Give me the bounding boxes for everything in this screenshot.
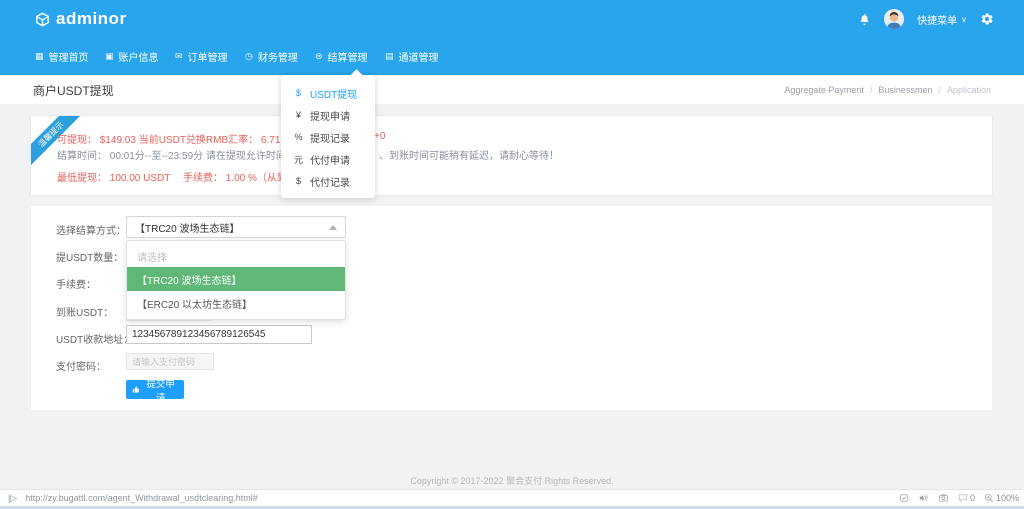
envelope-icon: ✉ xyxy=(175,51,183,62)
breadcrumb-item[interactable]: Businessmen xyxy=(878,85,932,95)
menu-label: 提现记录 xyxy=(310,130,350,145)
submit-label: 提交申请 xyxy=(143,376,178,404)
file-icon: ▤ xyxy=(385,51,394,62)
logo-text: adminor xyxy=(56,9,127,29)
chevron-up-icon xyxy=(329,225,337,230)
chevron-down-icon: ∨ xyxy=(961,15,967,24)
settle-method-value: 【TRC20 波场生态链】 xyxy=(135,220,239,235)
camera-icon[interactable] xyxy=(938,493,949,503)
notice-line-balance-tail: +0 xyxy=(374,131,385,142)
settlement-dropdown-menu: $ USDT提现 ¥ 提现申请 % 提现记录 元 代付申请 $ 代付记录 xyxy=(281,75,375,198)
percent-icon: % xyxy=(294,132,303,142)
pay-password-input[interactable] xyxy=(126,353,214,370)
settle-method-options: 请选择 【TRC20 波场生态链】 【ERC20 以太坊生态链】 xyxy=(126,240,346,320)
menu-label: 代付记录 xyxy=(310,174,350,189)
app-logo[interactable]: adminor xyxy=(34,0,127,38)
breadcrumb-item[interactable]: Aggregate Payment xyxy=(784,85,864,95)
nav-item-orders[interactable]: ✉ 订单管理 xyxy=(175,49,245,64)
check-circle-icon[interactable] xyxy=(899,493,909,503)
nav-label: 订单管理 xyxy=(188,49,228,64)
magnifier-plus-icon xyxy=(984,493,994,503)
option-erc20[interactable]: 【ERC20 以太坊生态链】 xyxy=(127,291,345,315)
status-bar: |▷ http://zy.bugattl.com/agent_Withdrawa… xyxy=(0,489,1024,506)
notice-line-time-tail: 、到账时间可能稍有延迟，请耐心等待！ xyxy=(379,147,559,162)
menu-label: USDT提现 xyxy=(310,86,357,101)
page-url: http://zy.bugattl.com/agent_Withdrawal_u… xyxy=(25,493,257,503)
page-title-bar: 商户USDT提现 Aggregate Payment / Businessmen… xyxy=(0,76,1024,104)
cube-logo-icon xyxy=(34,11,51,28)
breadcrumb-separator: / xyxy=(938,85,941,95)
copyright-text: Copyright © 2017-2022 聚合支付 Rights Reserv… xyxy=(0,474,1024,487)
coin-icon: ⊜ xyxy=(315,51,323,62)
withdraw-form: 选择结算方式： 提USDT数量： 手续费： 到账USDT： USDT收款地址： … xyxy=(30,205,993,411)
menu-item-usdt-withdraw[interactable]: $ USDT提现 xyxy=(281,82,375,104)
clock-icon: ◷ xyxy=(245,51,253,62)
nav-item-channel[interactable]: ▤ 通道管理 xyxy=(385,49,455,64)
speaker-icon[interactable] xyxy=(918,493,929,503)
chat-count[interactable]: 0 xyxy=(958,493,975,503)
nav-label: 账户信息 xyxy=(119,49,159,64)
option-placeholder[interactable]: 请选择 xyxy=(127,245,345,267)
zoom-control[interactable]: 100% xyxy=(984,493,1019,503)
status-bar-left: |▷ http://zy.bugattl.com/agent_Withdrawa… xyxy=(0,493,258,504)
header-bar: adminor 快捷菜单 ∨ xyxy=(0,0,1024,38)
menu-label: 提现申请 xyxy=(310,108,350,123)
breadcrumb: Aggregate Payment / Businessmen / Applic… xyxy=(784,85,991,95)
yuan-icon: 元 xyxy=(294,153,303,166)
receive-label: 到账USDT： xyxy=(56,304,113,319)
nav-label: 财务管理 xyxy=(258,49,298,64)
user-avatar[interactable] xyxy=(884,9,904,29)
menu-item-withdraw-apply[interactable]: ¥ 提现申请 xyxy=(281,104,375,126)
chat-bubble-icon xyxy=(958,493,968,503)
menu-item-withdraw-records[interactable]: % 提现记录 xyxy=(281,126,375,148)
nav-item-account[interactable]: ▣ 账户信息 xyxy=(105,49,175,64)
page-title: 商户USDT提现 xyxy=(33,82,114,99)
breadcrumb-separator: / xyxy=(870,85,873,95)
menu-label: 代付申请 xyxy=(310,152,350,167)
notification-bell-icon[interactable] xyxy=(858,13,871,26)
dollar-icon: $ xyxy=(294,176,303,186)
zoom-level-value: 100% xyxy=(996,493,1019,503)
chat-count-value: 0 xyxy=(970,493,975,503)
submit-application-button[interactable]: 提交申请 xyxy=(126,380,184,399)
dollar-icon: $ xyxy=(294,88,303,98)
nav-label: 结算管理 xyxy=(328,49,368,64)
run-icon[interactable]: |▷ xyxy=(8,493,17,504)
menu-item-payout-records[interactable]: $ 代付记录 xyxy=(281,170,375,192)
withdraw-notice-card: 温馨提示 可提现： $149.03 当前USDT兑换RMB汇率： 6.71 换算… xyxy=(30,115,993,196)
account-icon: ▣ xyxy=(105,51,114,62)
password-label: 支付密码： xyxy=(56,358,106,373)
address-label: USDT收款地址： xyxy=(56,331,133,346)
breadcrumb-current: Application xyxy=(947,85,991,95)
thumb-up-icon xyxy=(132,385,140,394)
nav-item-dashboard[interactable]: ▦ 管理首页 xyxy=(35,49,105,64)
option-trc20[interactable]: 【TRC20 波场生态链】 xyxy=(127,267,345,291)
nav-label: 通道管理 xyxy=(399,49,439,64)
fee-label: 手续费： xyxy=(56,276,96,291)
nav-item-settlement[interactable]: ⊜ 结算管理 xyxy=(315,49,385,64)
menu-item-payout-apply[interactable]: 元 代付申请 xyxy=(281,148,375,170)
nav-label: 管理首页 xyxy=(49,49,89,64)
main-nav: ▦ 管理首页 ▣ 账户信息 ✉ 订单管理 ◷ 财务管理 ⊜ 结算管理 ▤ 通道管… xyxy=(0,38,1024,75)
quick-menu-button[interactable]: 快捷菜单 ∨ xyxy=(917,12,967,27)
settle-method-select[interactable]: 【TRC20 波场生态链】 xyxy=(126,216,346,238)
nav-item-finance[interactable]: ◷ 财务管理 xyxy=(245,49,315,64)
header-actions: 快捷菜单 ∨ xyxy=(858,0,994,38)
amount-label: 提USDT数量： xyxy=(56,249,123,264)
app-screen: adminor 快捷菜单 ∨ ▦ 管理首页 ▣ 账户信息 xyxy=(0,0,1024,509)
usdt-address-input[interactable] xyxy=(126,325,312,344)
settings-gear-icon[interactable] xyxy=(980,12,994,26)
grid-icon: ▦ xyxy=(35,51,44,62)
quick-menu-label: 快捷菜单 xyxy=(917,12,957,27)
yen-icon: ¥ xyxy=(294,110,303,120)
status-bar-right: 0 100% xyxy=(899,493,1024,503)
settle-method-label: 选择结算方式： xyxy=(56,222,126,237)
